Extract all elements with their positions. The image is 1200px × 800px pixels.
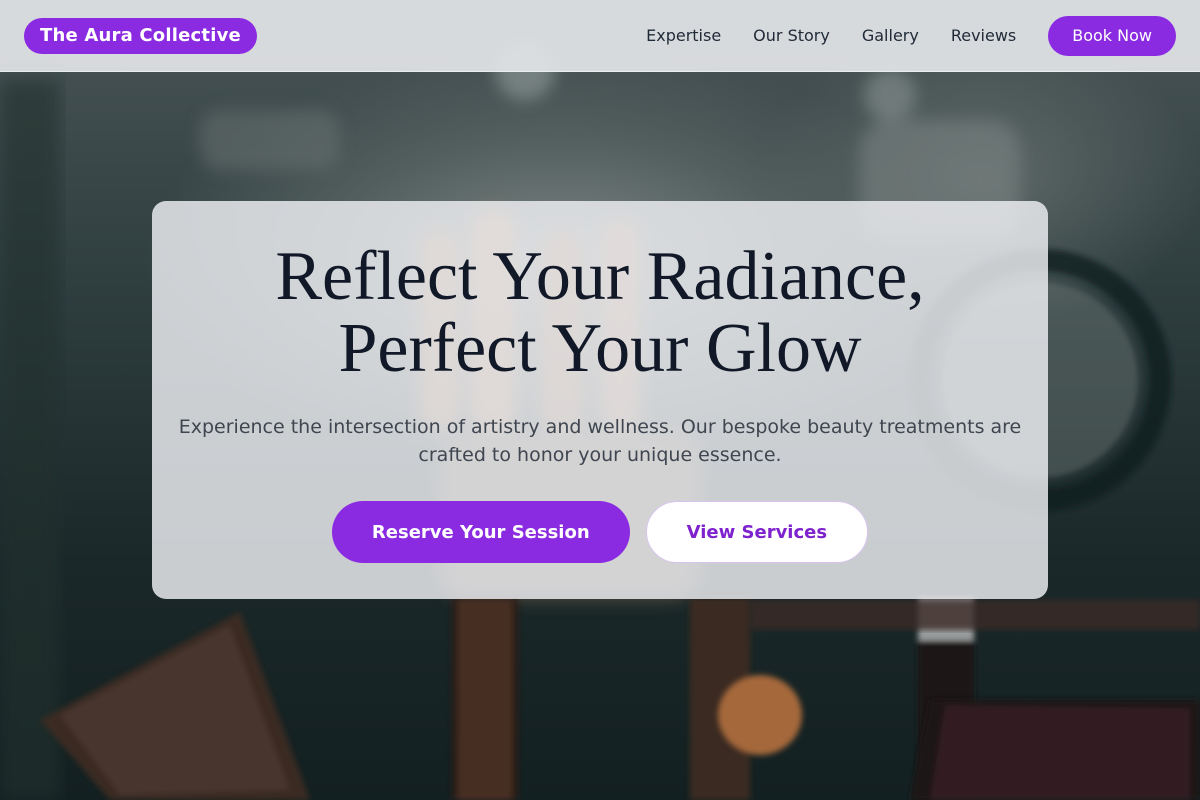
book-now-button[interactable]: Book Now bbox=[1048, 15, 1176, 56]
hero-card: Reflect Your Radiance, Perfect Your Glow… bbox=[152, 201, 1048, 599]
top-navbar: The Aura Collective Expertise Our Story … bbox=[0, 0, 1200, 72]
nav-link-gallery[interactable]: Gallery bbox=[862, 26, 919, 45]
hero-subtitle: Experience the intersection of artistry … bbox=[178, 416, 1022, 466]
reserve-session-button[interactable]: Reserve Your Session bbox=[331, 501, 630, 563]
nav-link-our-story[interactable]: Our Story bbox=[753, 26, 830, 45]
brand-logo[interactable]: The Aura Collective bbox=[24, 17, 257, 54]
hero-title: Reflect Your Radiance, Perfect Your Glow bbox=[152, 241, 1048, 385]
hero-title-line-1: Reflect Your Radiance, bbox=[275, 238, 925, 315]
nav-link-expertise[interactable]: Expertise bbox=[646, 26, 721, 45]
hero-title-line-2: Perfect Your Glow bbox=[338, 310, 862, 387]
nav-menu: Expertise Our Story Gallery Reviews Book… bbox=[646, 15, 1176, 56]
view-services-button[interactable]: View Services bbox=[645, 501, 869, 563]
nav-link-reviews[interactable]: Reviews bbox=[951, 26, 1016, 45]
hero-actions: Reserve Your Session View Services bbox=[152, 501, 1048, 563]
